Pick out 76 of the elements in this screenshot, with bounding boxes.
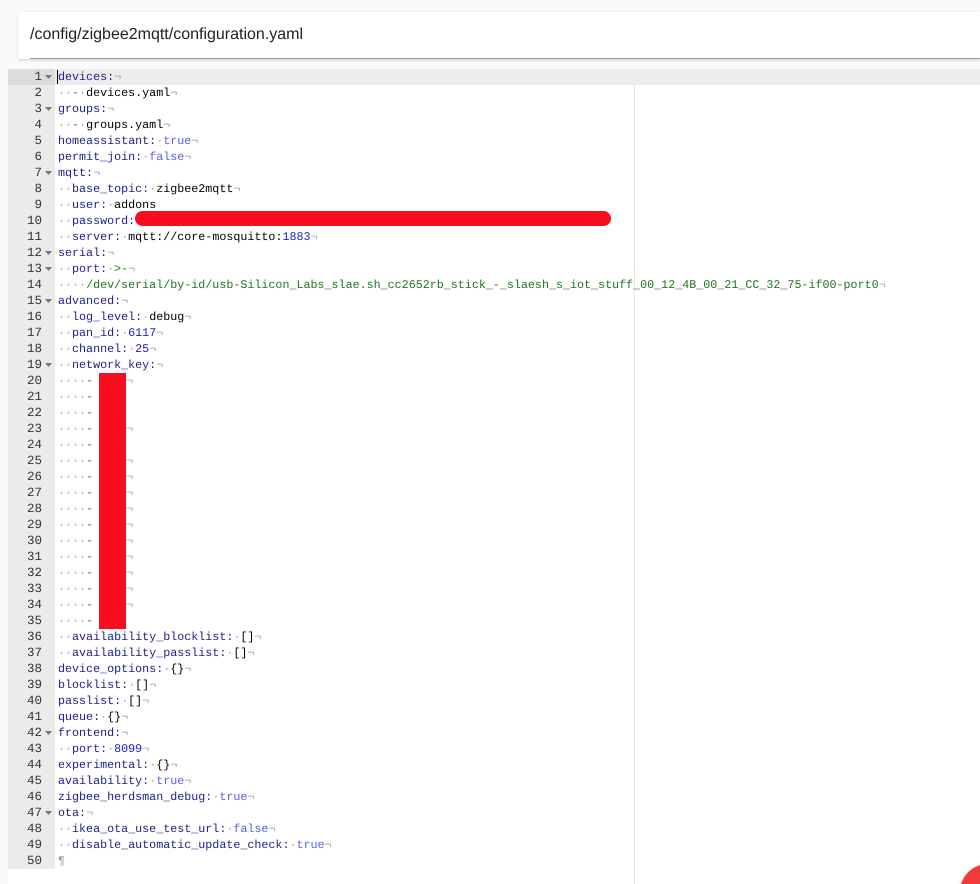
code-line: device_options:·{}¬ [58, 661, 192, 677]
code-line: ··availability_passlist:·[]¬ [58, 645, 254, 661]
code-line: ····- [58, 469, 94, 485]
code-line: ¬ [126, 485, 134, 501]
code-line: ····- [58, 501, 94, 517]
redaction-bar [99, 373, 126, 389]
fold-caret-icon[interactable] [45, 811, 52, 815]
code-line: ····- [58, 517, 94, 533]
fold-caret-icon[interactable] [45, 363, 52, 367]
code-line: ··-·groups.yaml¬ [58, 117, 170, 133]
code-line: ··port:·>-¬ [58, 261, 136, 277]
code-line: ¬ [126, 533, 134, 549]
code-line: experimental:·{}¬ [58, 757, 178, 773]
code-line: ¬ [126, 501, 134, 517]
fold-caret-icon[interactable] [45, 299, 52, 303]
code-line: ····- [58, 597, 94, 613]
code-line: ··disable_automatic_update_check:·true¬ [58, 837, 332, 853]
code-line: ··log_level:·debug¬ [58, 309, 192, 325]
code-line: ····/dev/serial/by-id/usb-Silicon_Labs_slae.sh_cc2652rb_stick_-_slaesh_s_iot_stuff_00_12_4B_00_21_CC_32_75-if00-port0¬ [58, 277, 886, 293]
code-line: ¬ [126, 581, 134, 597]
redaction-bar [99, 613, 126, 629]
code-line: ¶ [58, 853, 66, 869]
code-line: devices:¬ [58, 69, 122, 85]
code-line: ota:¬ [58, 805, 94, 821]
code-line: passlist:·[]¬ [58, 693, 150, 709]
code-line: permit_join:·false¬ [58, 149, 192, 165]
code-line: ····- [58, 549, 94, 565]
code-line: ··channel:·25¬ [58, 341, 156, 357]
code-line: ¬ [126, 565, 134, 581]
text-cursor [57, 70, 58, 84]
code-line: ····- [58, 565, 94, 581]
code-line: ··server:·mqtt://core-mosquitto:1883¬ [58, 229, 318, 245]
code-line: ····- [58, 485, 94, 501]
code-line: groups:¬ [58, 101, 114, 117]
code-line: ¬ [126, 373, 134, 389]
code-line: ··base_topic:·zigbee2mqtt¬ [58, 181, 240, 197]
code-line: ¬ [126, 549, 134, 565]
fold-caret-icon[interactable] [45, 251, 52, 255]
fold-caret-icon[interactable] [45, 75, 52, 79]
fold-caret-icon[interactable] [45, 267, 52, 271]
code-line: zigbee_herdsman_debug:·true¬ [58, 789, 254, 805]
code-line: homeassistant:·true¬ [58, 133, 198, 149]
code-line: advanced:¬ [58, 293, 128, 309]
code-line: ····- [58, 437, 94, 453]
code-line: ··user:·addons [58, 197, 156, 213]
code-line: ··-·devices.yaml¬ [58, 85, 178, 101]
code-line: ··port:·8099¬ [58, 741, 150, 757]
code-line: ····- [58, 389, 94, 405]
code-line: ··ikea_ota_use_test_url:·false¬ [58, 821, 276, 837]
fold-caret-icon[interactable] [45, 171, 52, 175]
code-line: ¬ [126, 517, 134, 533]
code-line: ¬ [126, 597, 134, 613]
code-line: ¬ [126, 453, 134, 469]
fold-caret-icon[interactable] [45, 731, 52, 735]
fold-caret-icon[interactable] [45, 107, 52, 111]
code-line: mqtt:¬ [58, 165, 100, 181]
code-line: frontend:¬ [58, 725, 128, 741]
code-line: queue:·{}¬ [58, 709, 128, 725]
code-line: ····- [58, 581, 94, 597]
code-line: blocklist:·[]¬ [58, 677, 156, 693]
code-editor[interactable] [8, 69, 980, 884]
code-line: ····- [58, 613, 94, 629]
code-line: ····- [58, 533, 94, 549]
code-line: ····- [58, 453, 94, 469]
code-line: ··network_key:¬ [58, 357, 164, 373]
file-path-title: /config/zigbee2mqtt/configuration.yaml [30, 12, 980, 59]
code-line: ¬ [126, 469, 134, 485]
code-line: ··password: [58, 213, 136, 229]
code-line: ····- [58, 405, 94, 421]
code-line: serial:¬ [58, 245, 114, 261]
code-line: ··pan_id:·6117¬ [58, 325, 164, 341]
code-line: availability:·true¬ [58, 773, 192, 789]
code-line: ····- [58, 373, 94, 389]
code-line: ¬ [126, 421, 134, 437]
code-line: ····- [58, 421, 94, 437]
code-line: ··availability_blocklist:·[]¬ [58, 629, 262, 645]
